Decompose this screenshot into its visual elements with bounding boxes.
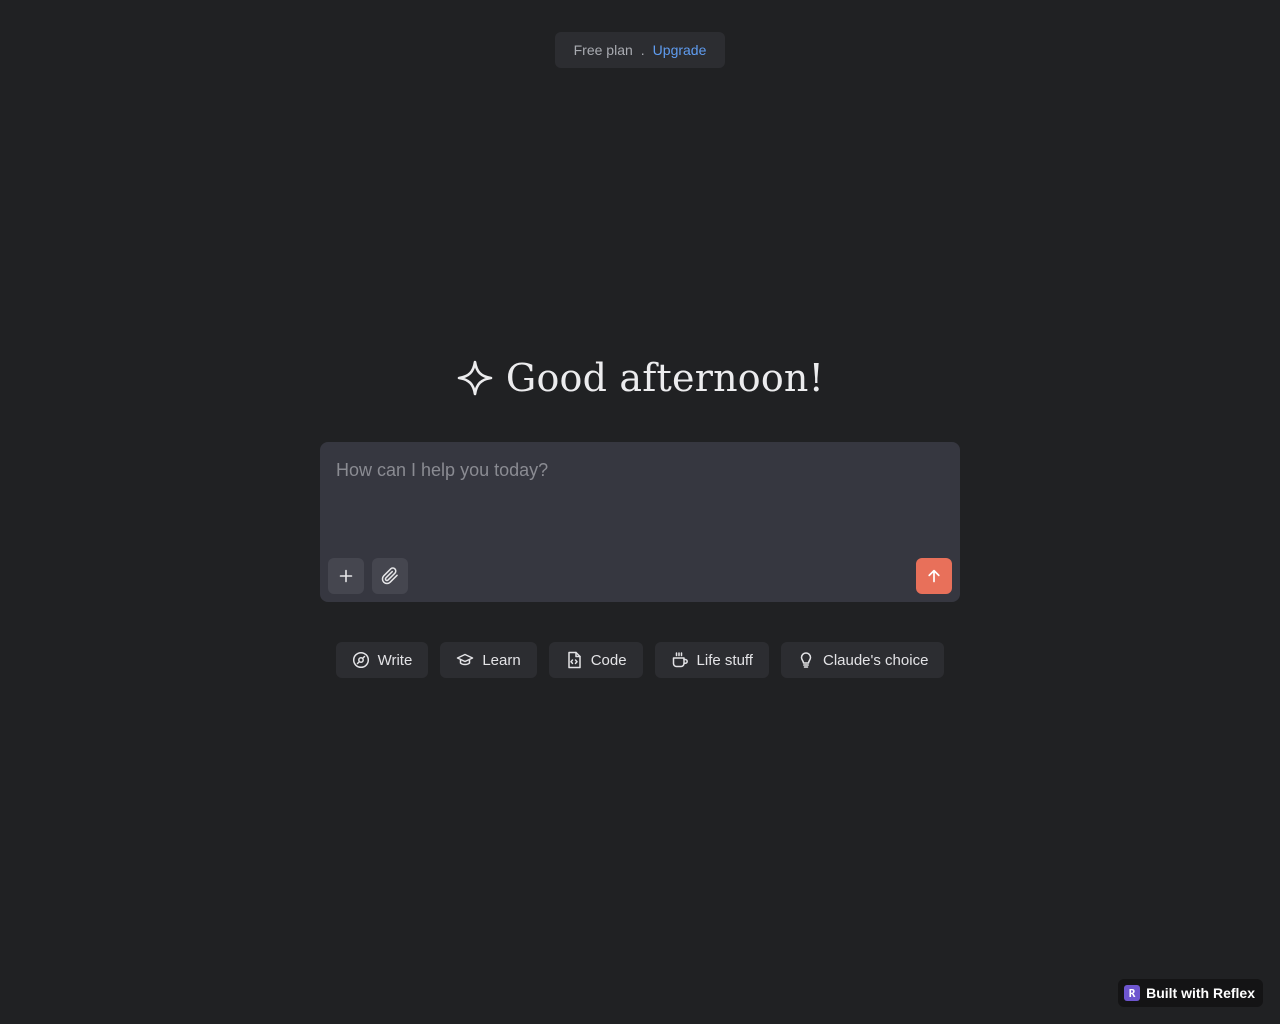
suggestion-chips: Write Learn Code Life stuff Claude's cho…: [0, 642, 1280, 678]
chip-code[interactable]: Code: [548, 642, 643, 678]
chip-label: Life stuff: [696, 651, 753, 669]
plan-label: Free plan: [573, 42, 633, 58]
chip-life-stuff[interactable]: Life stuff: [654, 642, 769, 678]
chip-write[interactable]: Write: [335, 642, 429, 678]
chip-claudes-choice[interactable]: Claude's choice: [780, 642, 945, 678]
plan-banner: Free plan . Upgrade: [555, 32, 725, 68]
paperclip-icon: [381, 567, 399, 585]
chip-label: Code: [590, 651, 627, 669]
plus-icon: [338, 568, 354, 584]
greeting-title: Good afternoon!: [505, 356, 825, 400]
coffee-cup-icon: [671, 651, 689, 669]
page: Free plan . Upgrade Good afternoon! How …: [0, 0, 1280, 1024]
sparkle-icon: [456, 359, 494, 397]
chip-learn[interactable]: Learn: [440, 642, 537, 678]
badge-label: Built with Reflex: [1146, 985, 1255, 1001]
chip-label: Learn: [482, 651, 521, 669]
chip-label: Write: [377, 651, 413, 669]
greeting: Good afternoon!: [0, 356, 1280, 400]
built-with-reflex-badge[interactable]: R Built with Reflex: [1118, 979, 1263, 1007]
send-button[interactable]: [916, 558, 952, 594]
chat-composer: [320, 442, 960, 602]
upgrade-link[interactable]: Upgrade: [653, 42, 707, 58]
graduation-cap-icon: [456, 651, 474, 669]
plan-separator: .: [640, 42, 645, 58]
attach-button[interactable]: [372, 558, 408, 594]
chip-label: Claude's choice: [822, 651, 929, 669]
code-file-icon: [565, 651, 583, 669]
prompt-input[interactable]: [336, 460, 936, 550]
pen-circle-icon: [352, 651, 370, 669]
lightbulb-icon: [797, 651, 815, 669]
arrow-up-icon: [926, 568, 942, 584]
add-button[interactable]: [328, 558, 364, 594]
reflex-logo-icon: R: [1124, 985, 1141, 1001]
